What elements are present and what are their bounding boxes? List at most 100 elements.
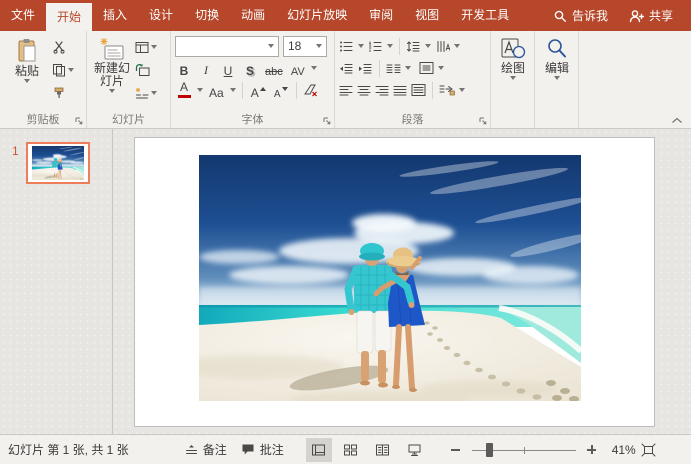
underline-button[interactable]: U (219, 59, 237, 78)
tab-slideshow[interactable]: 幻灯片放映 (276, 0, 358, 31)
strikethrough-button[interactable]: abc (263, 59, 285, 78)
format-painter-button[interactable] (50, 83, 76, 103)
layout-icon (135, 41, 149, 54)
bold-button[interactable]: B (175, 59, 193, 78)
change-case-button[interactable]: Aa (207, 81, 226, 100)
drawing-icon (500, 37, 526, 61)
justify-button[interactable] (393, 84, 407, 97)
view-slideshow-icon (407, 443, 422, 457)
tell-me-label: 告诉我 (572, 7, 608, 24)
reset-icon (135, 63, 150, 77)
smartart-button[interactable] (439, 83, 455, 97)
slide-canvas-area[interactable] (113, 129, 691, 434)
copy-button[interactable] (50, 60, 76, 80)
paste-button[interactable]: 粘贴 (4, 35, 50, 83)
comments-button[interactable]: 批注 (241, 441, 284, 458)
increase-indent-button[interactable] (358, 62, 373, 75)
search-icon (553, 9, 567, 23)
tab-design[interactable]: 设计 (138, 0, 184, 31)
tab-view[interactable]: 视图 (404, 0, 450, 31)
layout-button[interactable] (133, 37, 159, 57)
collapse-ribbon-button[interactable] (671, 117, 683, 124)
fit-window-icon (641, 443, 656, 457)
align-text-button[interactable] (419, 61, 434, 75)
group-drawing: 绘图 (490, 31, 534, 128)
shrink-font-button[interactable]: A (272, 81, 290, 100)
clipboard-dialog-launcher[interactable] (75, 117, 83, 125)
format-painter-icon (52, 86, 66, 100)
notes-icon (185, 444, 198, 456)
tab-home[interactable]: 开始 (46, 3, 92, 31)
group-editing: 编辑 (534, 31, 578, 128)
line-spacing-button[interactable] (406, 40, 421, 53)
section-icon (135, 87, 149, 100)
workspace: 1 (0, 129, 691, 434)
font-dialog-launcher[interactable] (323, 117, 331, 125)
align-center-button[interactable] (357, 84, 371, 97)
view-slideshow-button[interactable] (402, 438, 428, 462)
align-right-button[interactable] (375, 84, 389, 97)
char-spacing-button[interactable]: AV (289, 59, 307, 78)
slide-info: 幻灯片 第 1 张, 共 1 张 (8, 441, 129, 458)
clear-formatting-button[interactable] (303, 83, 318, 97)
share-person-icon (628, 9, 644, 23)
slide[interactable] (134, 137, 655, 427)
bullets-button[interactable] (339, 40, 354, 53)
drawing-label: 绘图 (501, 62, 525, 75)
new-slide-button[interactable]: 新建幻灯片 (91, 35, 133, 93)
reset-button[interactable] (133, 60, 159, 80)
font-name-combo[interactable] (175, 36, 279, 57)
tab-review[interactable]: 审阅 (358, 0, 404, 31)
tab-developer[interactable]: 开发工具 (450, 0, 520, 31)
grow-font-button[interactable]: A (249, 81, 268, 100)
group-font: 18 B I U S abc AV A Aa A A (170, 31, 334, 128)
tell-me-button[interactable]: 告诉我 (545, 7, 616, 24)
editing-button[interactable]: 编辑 (539, 35, 575, 80)
view-reading-button[interactable] (370, 438, 396, 462)
decrease-indent-button[interactable] (339, 62, 354, 75)
slide-thumbnail-photo (32, 146, 84, 180)
slide-thumbnail-panel[interactable]: 1 (0, 129, 113, 434)
distribute-button[interactable] (411, 83, 426, 97)
new-slide-label: 新建幻灯片 (94, 62, 130, 88)
new-slide-icon (99, 37, 125, 61)
paragraph-group-label: 段落 (335, 111, 490, 127)
zoom-in-button[interactable] (584, 438, 600, 462)
paragraph-dialog-launcher[interactable] (479, 117, 487, 125)
editing-label: 编辑 (545, 62, 569, 75)
drawing-button[interactable]: 绘图 (495, 35, 531, 80)
align-left-button[interactable] (339, 84, 353, 97)
section-button[interactable] (133, 83, 159, 103)
view-sorter-icon (343, 443, 358, 457)
tab-insert[interactable]: 插入 (92, 0, 138, 31)
notes-label: 备注 (203, 441, 227, 458)
text-shadow-button[interactable]: S (241, 59, 259, 78)
tab-transitions[interactable]: 切换 (184, 0, 230, 31)
view-normal-button[interactable] (306, 438, 332, 462)
view-sorter-button[interactable] (338, 438, 364, 462)
font-size-combo[interactable]: 18 (283, 36, 327, 57)
italic-button[interactable]: I (197, 59, 215, 78)
numbering-button[interactable] (368, 40, 383, 53)
zoom-slider-knob[interactable] (486, 443, 493, 457)
fit-window-button[interactable] (638, 438, 660, 462)
slides-group-label: 幻灯片 (87, 111, 170, 127)
text-direction-button[interactable] (435, 40, 450, 53)
notes-button[interactable]: 备注 (185, 441, 227, 458)
beach-photo[interactable] (199, 155, 581, 401)
slide-thumbnail[interactable] (26, 142, 90, 184)
view-reading-icon (375, 443, 390, 457)
tab-file[interactable]: 文件 (0, 0, 46, 31)
copy-dropdown-arrow (68, 68, 74, 72)
plus-icon (587, 445, 596, 454)
share-button[interactable]: 共享 (620, 7, 681, 24)
ribbon: 粘贴 (0, 31, 691, 129)
cut-button[interactable] (50, 37, 76, 57)
tab-animations[interactable]: 动画 (230, 0, 276, 31)
zoom-slider[interactable] (472, 443, 576, 457)
zoom-level[interactable]: 41% (602, 443, 636, 457)
cut-icon (52, 40, 66, 54)
font-color-button[interactable]: A (175, 81, 193, 100)
zoom-out-button[interactable] (448, 438, 464, 462)
columns-button[interactable] (386, 62, 401, 75)
